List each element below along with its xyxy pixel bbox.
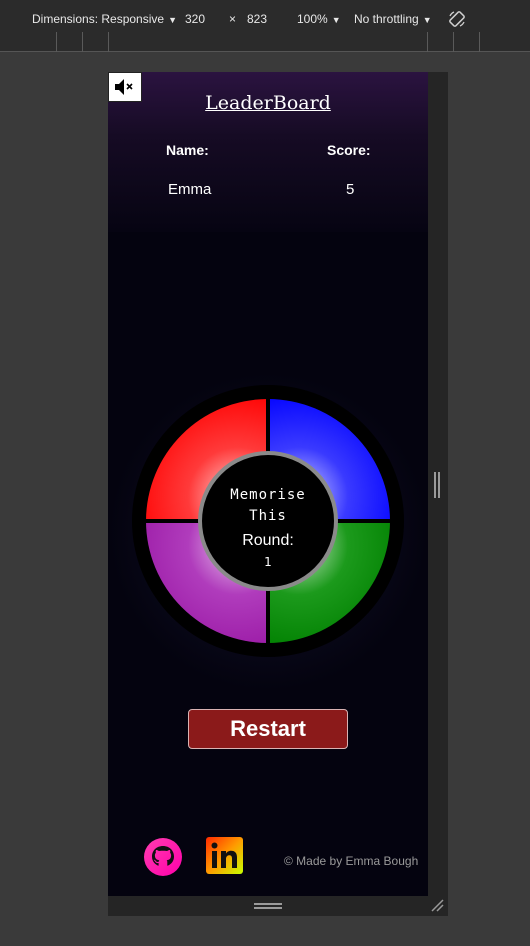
device-viewport: LeaderBoard Name: Score: Emma 5 Memorise… xyxy=(108,72,428,896)
zoom-label: 100% xyxy=(297,12,328,26)
times-sign: × xyxy=(229,12,237,26)
restart-button[interactable]: Restart xyxy=(188,709,348,749)
leaderboard-panel: LeaderBoard Name: Score: Emma 5 xyxy=(108,72,428,232)
dimensions-label: Dimensions: Responsive xyxy=(32,12,165,26)
score-column-header: Score: xyxy=(327,142,371,158)
github-icon[interactable] xyxy=(143,837,183,877)
vertical-resize-handle[interactable] xyxy=(434,472,440,498)
chevron-down-icon: ▼ xyxy=(168,15,177,25)
linkedin-icon[interactable] xyxy=(206,837,243,874)
zoom-dropdown[interactable]: 100% ▼ xyxy=(297,12,341,26)
credit-text: © Made by Emma Bough xyxy=(284,854,419,868)
memorise-line2: This xyxy=(249,508,287,524)
devtools-ruler xyxy=(0,32,530,52)
throttling-label: No throttling xyxy=(354,12,419,26)
leaderboard-title: LeaderBoard xyxy=(205,92,331,114)
width-input[interactable]: 320 xyxy=(185,12,205,26)
chevron-down-icon: ▼ xyxy=(331,15,341,25)
rotate-icon[interactable] xyxy=(448,10,466,28)
throttling-dropdown[interactable]: No throttling ▼ xyxy=(354,12,432,26)
name-column-header: Name: xyxy=(166,142,209,158)
horizontal-resize-handle[interactable] xyxy=(254,903,282,909)
round-label: Round: xyxy=(242,532,294,549)
corner-resize-icon[interactable] xyxy=(430,898,444,912)
leaderboard-name-cell: Emma xyxy=(168,181,212,198)
dimensions-dropdown[interactable]: Dimensions: Responsive ▼ xyxy=(32,12,177,26)
devtools-toolbar: Dimensions: Responsive ▼ 320 × 823 100% ▼ … xyxy=(0,0,530,36)
leaderboard-score-cell: 5 xyxy=(346,181,355,198)
height-input[interactable]: 823 xyxy=(247,12,267,26)
round-value: 1 xyxy=(264,555,272,569)
chevron-down-icon: ▼ xyxy=(422,15,432,25)
memorise-line1: Memorise xyxy=(230,487,306,503)
